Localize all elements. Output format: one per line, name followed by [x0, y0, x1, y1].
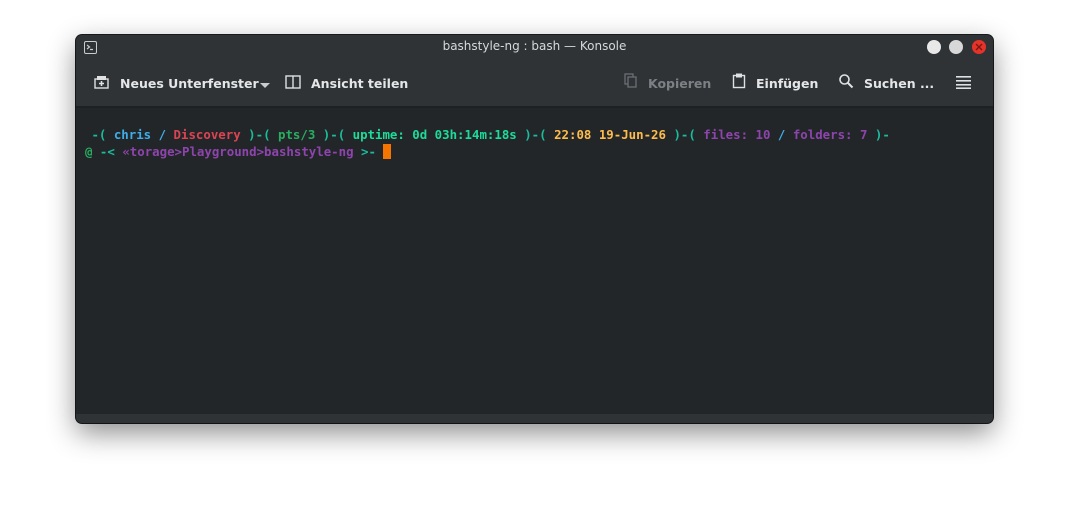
split-view-icon [285, 74, 301, 93]
new-tab-label: Neues Unterfenster [120, 75, 259, 91]
copy-label: Kopieren [648, 75, 712, 91]
prompt-path: «torage>Playground>bashstyle-ng [122, 144, 354, 159]
terminal-area[interactable]: -( chris / Discovery )-( pts/3 )-( uptim… [80, 108, 989, 414]
title-bar[interactable]: bashstyle-ng : bash — Konsole [76, 35, 993, 60]
paste-button[interactable]: Einfügen [732, 60, 818, 106]
new-tab-button[interactable]: Neues Unterfenster [94, 60, 259, 106]
search-button[interactable]: Suchen ... [838, 60, 934, 106]
split-view-label: Ansicht teilen [311, 75, 409, 91]
prompt-files: files: 10 [703, 127, 771, 142]
search-label: Suchen ... [864, 75, 935, 91]
copy-icon [624, 73, 638, 93]
prompt-line-1: -( chris / Discovery )-( pts/3 )-( uptim… [84, 127, 890, 142]
prompt-tty: pts/3 [278, 127, 316, 142]
prompt-host: Discovery [173, 127, 241, 142]
prompt-line-2: @ -< «torage>Playground>bashstyle-ng >- [85, 144, 392, 159]
toolbar: Neues Unterfenster Ansicht teilen Kopier… [76, 60, 993, 108]
paste-icon [732, 73, 746, 93]
split-view-button[interactable]: Ansicht teilen [285, 60, 408, 106]
window-title: bashstyle-ng : bash — Konsole [442, 39, 627, 53]
bottom-border [76, 414, 993, 423]
text-cursor [383, 144, 392, 159]
prompt-uptime: uptime: 0d 03h:14m:18s [352, 127, 517, 142]
close-icon [975, 43, 983, 51]
prompt-user: chris [113, 127, 152, 142]
copy-button[interactable]: Kopieren [624, 60, 711, 106]
konsole-window: bashstyle-ng : bash — Konsole Neues Unte… [76, 35, 993, 423]
paste-label: Einfügen [756, 75, 819, 91]
new-tab-icon [94, 74, 110, 93]
search-icon [838, 73, 854, 93]
minimize-button[interactable] [927, 40, 941, 54]
maximize-button[interactable] [949, 40, 963, 54]
prompt-folders: folders: 7 [792, 127, 868, 142]
close-button[interactable] [972, 40, 986, 54]
hamburger-menu-icon [956, 74, 971, 93]
new-tab-dropdown[interactable] [260, 60, 270, 106]
prompt-time: 22:08 [554, 127, 592, 142]
hamburger-menu-button[interactable] [956, 60, 971, 106]
prompt-date: 19-Jun-26 [598, 127, 666, 142]
chevron-down-icon [260, 74, 270, 93]
